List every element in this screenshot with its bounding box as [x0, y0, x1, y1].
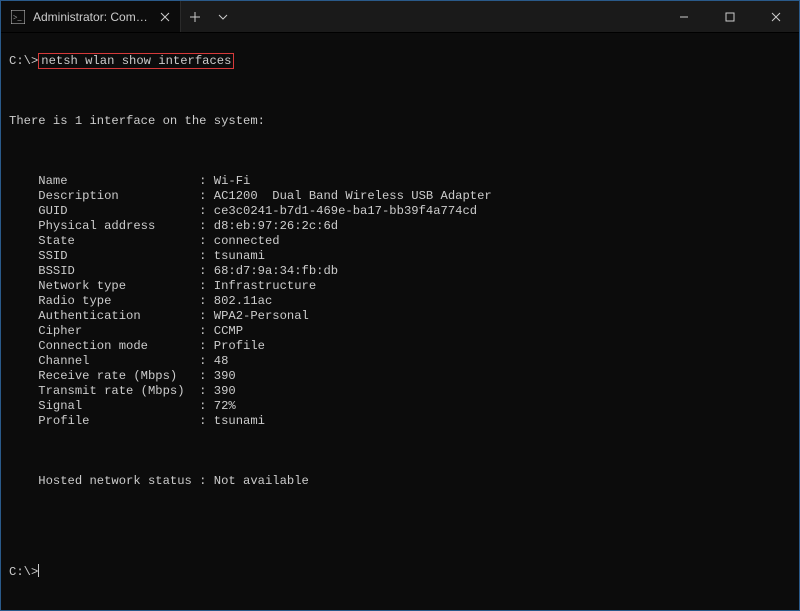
tab-title: Administrator: Command Promp	[33, 10, 150, 24]
output-header: There is 1 interface on the system:	[9, 114, 791, 129]
prompt-line: C:\>netsh wlan show interfaces	[9, 54, 791, 69]
hosted-network-line: Hosted network status : Not available	[9, 474, 791, 489]
tab-close-button[interactable]	[158, 10, 172, 24]
prompt-line-2: C:\>	[9, 564, 791, 580]
prompt: C:\>	[9, 54, 38, 68]
new-tab-button[interactable]	[181, 1, 209, 32]
prompt: C:\>	[9, 565, 38, 579]
titlebar: >_ Administrator: Command Promp	[1, 1, 799, 33]
command-highlight: netsh wlan show interfaces	[38, 53, 234, 69]
svg-text:>_: >_	[13, 13, 23, 22]
tab-dropdown-button[interactable]	[209, 1, 237, 32]
cursor-icon	[38, 564, 39, 577]
output-rows: Name : Wi-Fi Description : AC1200 Dual B…	[9, 174, 492, 428]
close-button[interactable]	[753, 1, 799, 32]
cmd-icon: >_	[11, 10, 25, 24]
window-controls	[661, 1, 799, 32]
maximize-button[interactable]	[707, 1, 753, 32]
minimize-button[interactable]	[661, 1, 707, 32]
terminal-tab[interactable]: >_ Administrator: Command Promp	[1, 1, 181, 32]
terminal-output[interactable]: C:\>netsh wlan show interfaces There is …	[1, 33, 799, 601]
titlebar-left: >_ Administrator: Command Promp	[1, 1, 237, 32]
